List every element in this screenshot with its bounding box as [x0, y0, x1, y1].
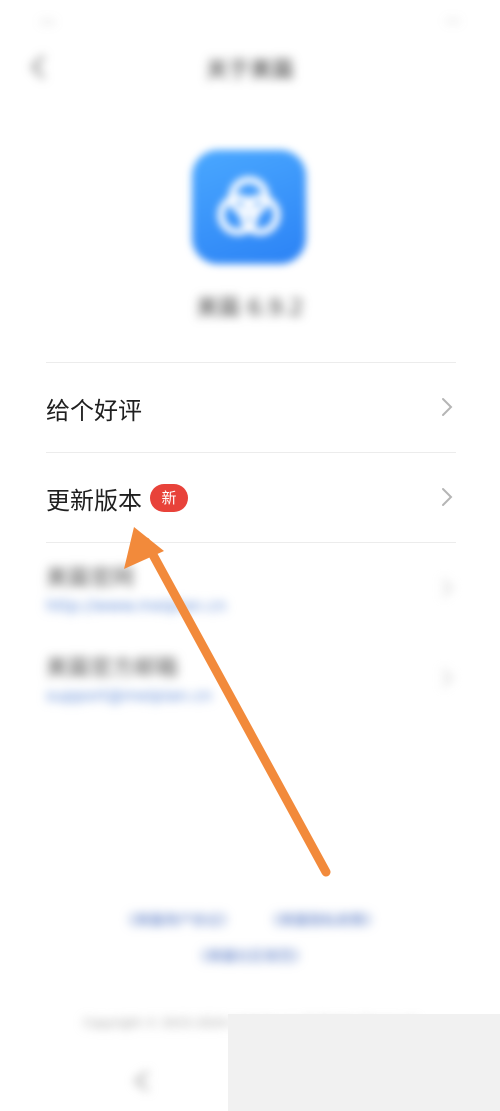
chevron-right-icon [442, 579, 453, 597]
nav-back-icon[interactable] [128, 1066, 158, 1096]
status-carrier: ... [40, 8, 56, 27]
email-label: 美篇官方邮箱 [46, 656, 179, 681]
privacy-policy-link[interactable]: 《美篇隐私政策》 [266, 910, 378, 930]
community-rules-link[interactable]: 《美篇社区规范》 [0, 946, 500, 966]
rate-app-label: 给个好评 [46, 397, 142, 425]
user-agreement-link[interactable]: 《美篇用户协议》 [122, 910, 234, 930]
chevron-right-icon [442, 398, 453, 416]
arrow-shaft [141, 537, 331, 877]
chevron-right-icon [442, 669, 453, 687]
divider [46, 542, 456, 543]
rate-app-row[interactable]: 给个好评 [46, 364, 456, 452]
app-version: 美篇 6.9.2 [196, 296, 304, 321]
update-version-label: 更新版本 [46, 487, 142, 515]
website-label: 美篇官网 [46, 566, 135, 591]
divider [46, 362, 456, 363]
status-indicators: ... [445, 8, 460, 26]
update-version-row[interactable]: 更新版本 新 [46, 454, 456, 542]
website-url[interactable]: http://www.meipian.cn [46, 596, 226, 615]
overlay-patch [228, 1014, 500, 1111]
footer-links: 《美篇用户协议》 《美篇隐私政策》 [0, 910, 500, 930]
new-badge: 新 [150, 484, 188, 512]
email-address[interactable]: support@meipian.cn [46, 686, 212, 705]
page-title: 关于美篇 [205, 58, 294, 83]
divider [46, 452, 456, 453]
app-logo-icon [192, 150, 306, 264]
chevron-right-icon [442, 488, 453, 506]
status-bar: ... ... [0, 0, 500, 38]
